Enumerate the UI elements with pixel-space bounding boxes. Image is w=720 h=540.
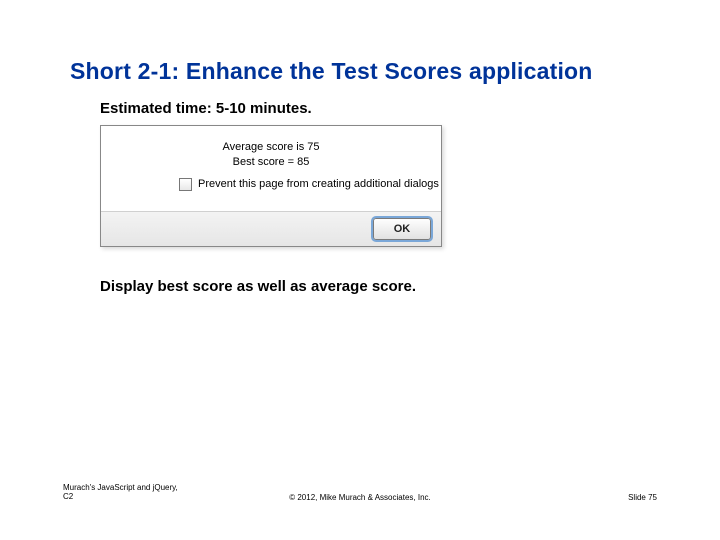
footer-left-line1: Murach's JavaScript and jQuery, bbox=[63, 483, 178, 492]
prevent-dialogs-label: Prevent this page from creating addition… bbox=[198, 178, 439, 190]
estimated-time-label: Estimated time: 5-10 minutes. bbox=[100, 100, 312, 117]
ok-button[interactable]: OK bbox=[373, 218, 431, 240]
footer-copyright: © 2012, Mike Murach & Associates, Inc. bbox=[0, 493, 720, 502]
dialog-line-2: Best score = 85 bbox=[233, 156, 310, 168]
checkbox-icon[interactable] bbox=[179, 178, 192, 191]
prevent-dialogs-row[interactable]: Prevent this page from creating addition… bbox=[179, 178, 441, 191]
instruction-text: Display best score as well as average sc… bbox=[100, 278, 416, 295]
footer-slide-number: Slide 75 bbox=[628, 493, 657, 502]
slide-footer: Murach's JavaScript and jQuery, C2 © 201… bbox=[0, 482, 720, 502]
dialog-button-bar: OK bbox=[101, 211, 441, 246]
dialog-line-1: Average score is 75 bbox=[222, 141, 319, 153]
slide-title: Short 2-1: Enhance the Test Scores appli… bbox=[70, 58, 593, 85]
alert-dialog: Average score is 75 Best score = 85 Prev… bbox=[100, 125, 442, 247]
dialog-message: Average score is 75 Best score = 85 bbox=[101, 140, 441, 170]
